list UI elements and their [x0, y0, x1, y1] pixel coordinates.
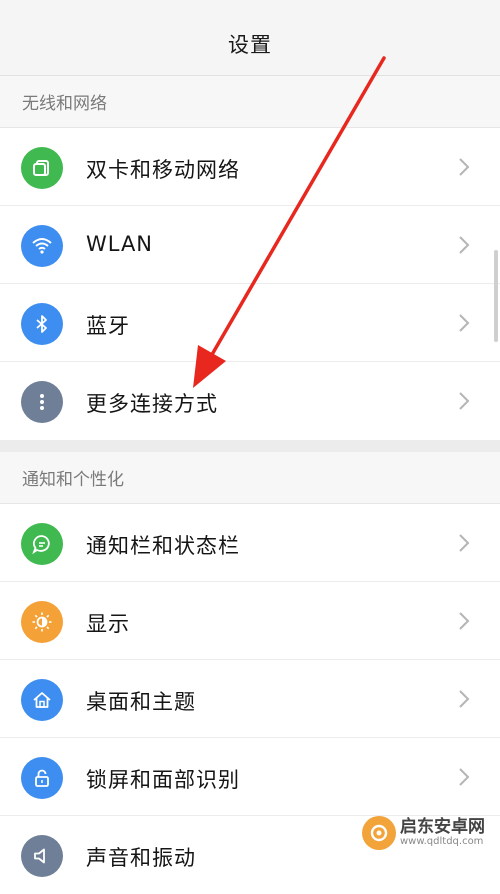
wifi-icon [21, 225, 63, 267]
settings-item-desktop-theme[interactable]: 桌面和主题 [0, 660, 500, 738]
settings-item-label: 蓝牙 [86, 314, 130, 338]
chevron-right-icon [459, 612, 470, 630]
settings-item-label: 双卡和移动网络 [86, 158, 240, 182]
section-title-personalization: 通知和个性化 [0, 452, 500, 504]
scrollbar[interactable] [494, 250, 498, 342]
settings-item-label: 显示 [86, 612, 130, 636]
chevron-right-icon [459, 768, 470, 786]
chevron-right-icon [459, 534, 470, 552]
settings-item-dual-sim[interactable]: 双卡和移动网络 [0, 128, 500, 206]
settings-item-label: WLAN [86, 232, 154, 256]
settings-item-bluetooth[interactable]: 蓝牙 [0, 284, 500, 362]
watermark-name: 启东安卓网 [400, 816, 485, 837]
sim-card-icon [21, 147, 63, 189]
bluetooth-icon [21, 303, 63, 345]
settings-item-label: 声音和振动 [86, 846, 196, 870]
settings-item-label: 锁屏和面部识别 [86, 768, 240, 792]
watermark: 启东安卓网 www.qdltdq.com [362, 807, 492, 859]
lock-icon [21, 757, 63, 799]
chat-bubble-icon [21, 523, 63, 565]
section-divider [0, 440, 500, 452]
chevron-right-icon [459, 690, 470, 708]
home-icon [21, 679, 63, 721]
settings-item-label: 桌面和主题 [86, 690, 196, 714]
chevron-right-icon [459, 392, 470, 410]
settings-item-wlan[interactable]: WLAN [0, 206, 500, 284]
settings-item-notification-bar[interactable]: 通知栏和状态栏 [0, 504, 500, 582]
more-dots-icon [21, 381, 63, 423]
brightness-icon [21, 601, 63, 643]
section-title-wireless: 无线和网络 [0, 76, 500, 128]
watermark-logo-icon [362, 816, 396, 850]
chevron-right-icon [459, 158, 470, 176]
watermark-url: www.qdltdq.com [400, 835, 484, 847]
section-wireless: 无线和网络 双卡和移动网络 WLAN 蓝牙 更多连接方式 [0, 76, 500, 440]
chevron-right-icon [459, 236, 470, 254]
settings-item-more-connections[interactable]: 更多连接方式 [0, 362, 500, 440]
settings-item-display[interactable]: 显示 [0, 582, 500, 660]
settings-item-lock-screen[interactable]: 锁屏和面部识别 [0, 738, 500, 816]
page-title: 设置 [228, 33, 272, 57]
chevron-right-icon [459, 314, 470, 332]
settings-item-label: 通知栏和状态栏 [86, 534, 240, 558]
speaker-icon [21, 835, 63, 877]
title-bar: 设置 [0, 0, 500, 76]
settings-item-label: 更多连接方式 [86, 392, 218, 416]
